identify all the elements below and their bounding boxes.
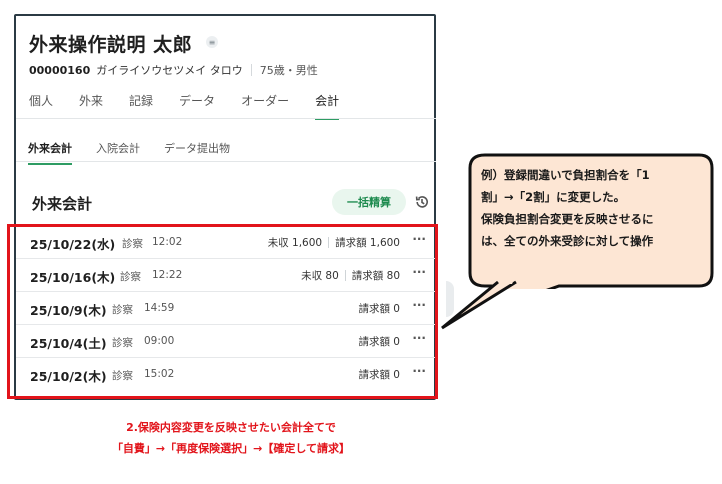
callout-line: は、全ての外来受診に対して操作 bbox=[481, 234, 654, 248]
callout-line: 保険負担割合変更を反映させるに bbox=[481, 212, 654, 226]
patient-kana: ガイライソウセツメイ タロウ bbox=[96, 64, 243, 77]
highlight-box bbox=[7, 224, 438, 399]
divider bbox=[16, 118, 436, 119]
callout-line: 例）登録間違いで負担割合を「1 bbox=[481, 168, 650, 182]
patient-age-sex: 75歳・男性 bbox=[259, 64, 318, 77]
tab-personal[interactable]: 個人 bbox=[29, 92, 53, 120]
patient-name: 外来操作説明 太郎 bbox=[29, 34, 193, 56]
tab-data[interactable]: データ bbox=[179, 92, 215, 120]
instruction-text: 2.保険内容変更を反映させたい会計全てで 「自費」→「再度保険選択」→【確定して… bbox=[0, 417, 462, 459]
patient-id: 00000160 bbox=[29, 63, 91, 77]
callout-text: 例）登録間違いで負担割合を「1 割」→「2割」に変更した。 保険負担割合変更を反… bbox=[481, 164, 709, 252]
instruction-line: 2.保険内容変更を反映させたい会計全てで bbox=[126, 421, 336, 434]
tab-orders[interactable]: オーダー bbox=[241, 92, 289, 120]
bulk-settle-button[interactable]: 一括精算 bbox=[332, 189, 406, 215]
speech-bubble-tail bbox=[441, 280, 517, 330]
tab-accounting[interactable]: 会計 bbox=[315, 92, 340, 120]
section-title: 外来会計 bbox=[32, 195, 93, 213]
tab-records[interactable]: 記録 bbox=[129, 92, 153, 120]
divider bbox=[16, 161, 436, 162]
tab-outpatient[interactable]: 外来 bbox=[79, 92, 103, 120]
patient-info: 00000160 ガイライソウセツメイ タロウ 75歳・男性 bbox=[29, 62, 318, 78]
divider bbox=[250, 64, 252, 76]
history-icon[interactable] bbox=[414, 194, 430, 210]
instruction-line: 「自費」→「再度保険選択」→【確定して請求】 bbox=[111, 442, 351, 455]
note-icon[interactable]: ≡ bbox=[206, 36, 218, 48]
main-tabs: 個人 外来 記録 データ オーダー 会計 bbox=[29, 92, 365, 120]
callout-line: 割」→「2割」に変更した。 bbox=[481, 190, 626, 204]
